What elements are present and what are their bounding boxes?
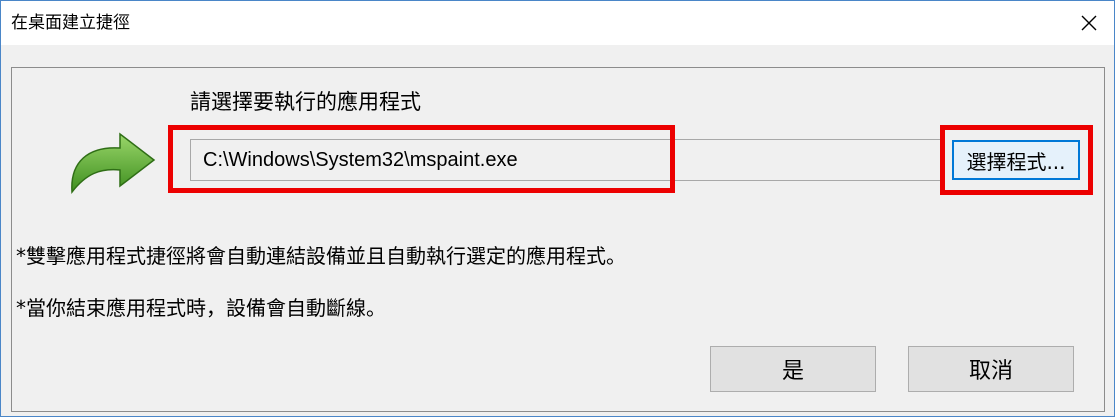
note-auto-connect: *雙擊應用程式捷徑將會自動連結設備並且自動執行選定的應用程式。 [16,244,626,268]
program-path-field[interactable]: C:\Windows\System32\mspaint.exe [190,139,942,181]
note-auto-disconnect: *當你結束應用程式時，設備會自動斷線。 [16,296,386,320]
content-panel: 請選擇要執行的應用程式 C:\Windows\System32\mspaint.… [11,67,1105,412]
yes-button[interactable]: 是 [710,346,876,392]
window-title: 在桌面建立捷徑 [11,13,130,33]
cancel-button[interactable]: 取消 [908,346,1074,392]
program-path-value: C:\Windows\System32\mspaint.exe [203,149,518,171]
title-bar: 在桌面建立捷徑 [1,1,1114,45]
prompt-label: 請選擇要執行的應用程式 [190,90,421,114]
choose-program-button[interactable]: 選擇程式... [952,140,1080,180]
close-icon [1081,15,1097,31]
redo-arrow-icon [71,132,156,194]
close-button[interactable] [1064,1,1114,45]
shortcut-dialog: 在桌面建立捷徑 請選擇要執行的應用程式 C:\Windows\System32\… [0,0,1115,417]
